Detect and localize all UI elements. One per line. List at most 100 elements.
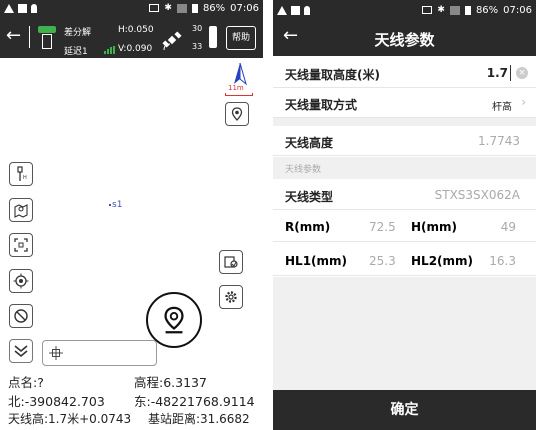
h-precision: H:0.050 xyxy=(118,25,154,35)
scale-label: 11m xyxy=(228,84,244,92)
signal-icon xyxy=(176,3,187,13)
gear-icon xyxy=(225,291,237,303)
north-arrow-icon xyxy=(234,62,247,86)
battery-icon xyxy=(464,5,471,15)
bluetooth-icon: ✱ xyxy=(164,3,172,13)
survey-screen: ✱ 86% 07:06 ← 差分解 延迟1 H:0.050 V:0.090 30… xyxy=(0,0,263,430)
text-cursor xyxy=(510,65,511,81)
center-position-button[interactable] xyxy=(9,269,33,293)
spacer xyxy=(273,118,536,126)
map-pin-icon xyxy=(14,204,28,218)
scale-bar xyxy=(225,93,253,96)
point-info-panel: 点名:? 高程:6.3137 北:-390842.703 东:-48221768… xyxy=(0,370,263,430)
antenna-height-info: 天线高:1.7米+0.0743 xyxy=(8,412,132,426)
svg-text:H: H xyxy=(23,175,27,181)
divider xyxy=(29,26,30,48)
survey-point-label: s1 xyxy=(112,200,123,210)
double-chevron-down-icon xyxy=(14,345,28,358)
clock: 07:06 xyxy=(230,2,259,14)
square-icon xyxy=(18,3,27,13)
antenna-height-label: 天线高度 xyxy=(285,136,334,150)
h-value: 49 xyxy=(500,220,516,234)
pin-icon xyxy=(231,107,243,121)
confirm-button[interactable]: 确定 xyxy=(273,390,536,430)
measure-method-label: 天线量取方式 xyxy=(285,98,358,112)
clear-button[interactable] xyxy=(9,304,33,328)
east-coordinate: 东:-48221768.9114 xyxy=(134,394,255,409)
antenna-type-value: STXS3SX062A xyxy=(434,188,520,202)
location-icon xyxy=(31,3,37,13)
clear-input-icon[interactable]: × xyxy=(516,67,528,79)
satellite-count-bottom: 33 xyxy=(192,42,203,51)
signal-bars-icon xyxy=(104,46,116,54)
full-extent-button[interactable] xyxy=(9,233,33,257)
locate-me-button[interactable] xyxy=(225,102,249,126)
antenna-type-row[interactable]: 天线类型 STXS3SX062A xyxy=(273,180,536,210)
measure-height-label: 天线量取高度(米) xyxy=(285,68,380,82)
receiver-battery-icon xyxy=(209,26,217,48)
hl1-value: 25.3 xyxy=(369,254,396,268)
north-coordinate: 北:-390842.703 xyxy=(8,394,105,409)
battery-icon xyxy=(191,3,198,13)
antenna-height-row: 天线高度 1.7743 xyxy=(273,126,536,156)
frame-corners-icon xyxy=(14,238,28,252)
point-name: 点名:? xyxy=(8,375,44,390)
back-arrow-icon[interactable]: ← xyxy=(6,27,21,45)
satellite-icon xyxy=(162,31,182,51)
elevation: 高程:6.3137 xyxy=(134,375,207,390)
bluetooth-icon: ✱ xyxy=(437,5,445,15)
top-bar: ✱ 86% 07:06 ← 差分解 延迟1 H:0.050 V:0.090 30… xyxy=(0,0,263,58)
r-value: 72.5 xyxy=(369,220,396,234)
coordinate-input[interactable] xyxy=(42,340,157,366)
measure-method-value: 杆高 xyxy=(492,102,512,113)
measure-height-row[interactable]: 天线量取高度(米) 1.7 × xyxy=(273,58,536,88)
help-button[interactable]: 帮助 xyxy=(226,26,256,50)
r-label: R(mm) xyxy=(285,220,331,234)
satellite-count-top: 30 xyxy=(192,24,203,33)
antenna-pole-icon: H xyxy=(17,166,27,181)
warning-icon xyxy=(4,3,14,13)
point-list-button[interactable] xyxy=(219,250,243,274)
warning-icon xyxy=(277,5,287,15)
hl2-label: HL2(mm) xyxy=(411,254,474,268)
receiver-icon[interactable] xyxy=(38,26,56,50)
settings-button[interactable] xyxy=(219,285,243,309)
status-bar: ✱ 86% 07:06 xyxy=(273,0,536,20)
v-precision: V:0.090 xyxy=(118,44,153,54)
antenna-height-button[interactable]: H xyxy=(9,162,33,186)
section-header: 天线参数 xyxy=(273,157,536,179)
survey-point[interactable]: s1 xyxy=(109,200,122,210)
hl2-value: 16.3 xyxy=(489,254,516,268)
point-map-icon xyxy=(224,256,238,268)
measure-method-row[interactable]: 天线量取方式 杆高 › xyxy=(273,88,536,118)
battery-percent: 86% xyxy=(202,2,226,14)
params-row-2: HL1(mm) 25.3 HL2(mm) 16.3 xyxy=(273,246,536,276)
chevron-right-icon: › xyxy=(521,95,526,109)
hl1-label: HL1(mm) xyxy=(285,254,348,268)
status-bar: ✱ 86% 07:06 xyxy=(0,0,263,16)
battery-percent: 86% xyxy=(475,4,499,16)
vibrate-icon xyxy=(149,4,160,12)
no-entry-icon xyxy=(14,309,28,323)
map-canvas[interactable]: 11m H s1 xyxy=(0,58,263,370)
title-bar: ← 天线参数 xyxy=(273,20,536,56)
clock: 07:06 xyxy=(503,4,532,16)
page-title: 天线参数 xyxy=(374,31,435,49)
solution-status: 差分解 xyxy=(64,28,92,38)
signal-icon xyxy=(449,5,460,15)
collapse-button[interactable] xyxy=(9,339,33,363)
antenna-height-value: 1.7743 xyxy=(478,134,520,148)
empty-area xyxy=(273,277,536,390)
params-row-1: R(mm) 72.5 H(mm) 49 xyxy=(273,212,536,242)
square-icon xyxy=(291,5,300,15)
map-layer-button[interactable] xyxy=(9,198,33,222)
antenna-type-label: 天线类型 xyxy=(285,190,334,204)
delay-status: 延迟1 xyxy=(64,47,88,57)
measure-height-input[interactable]: 1.7 xyxy=(487,66,508,80)
h-label: H(mm) xyxy=(411,220,458,234)
crosshair-small-icon xyxy=(49,346,63,360)
collect-pin-icon xyxy=(164,306,184,334)
location-icon xyxy=(304,5,310,15)
vibrate-icon xyxy=(422,6,433,14)
antenna-parameters-screen: ✱ 86% 07:06 ← 天线参数 天线量取高度(米) 1.7 × 天线量取方… xyxy=(273,0,536,430)
